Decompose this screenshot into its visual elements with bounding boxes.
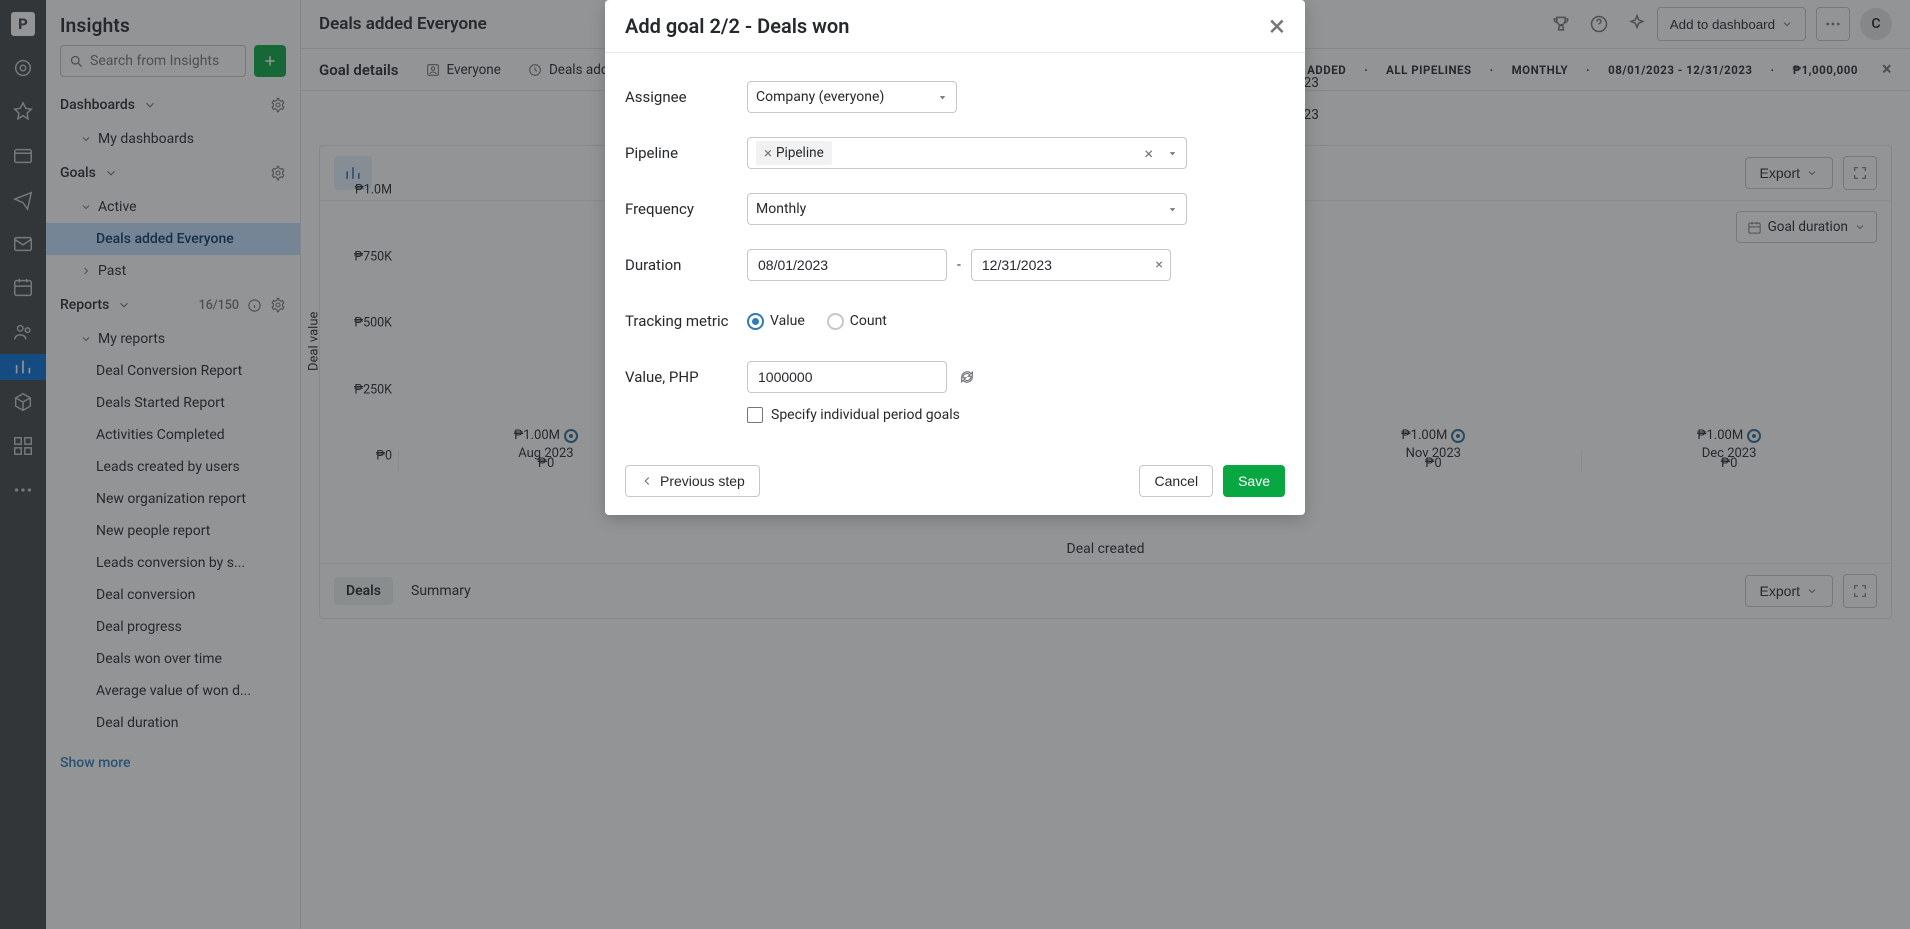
specify-periods-label: Specify individual period goals: [771, 407, 960, 423]
value-input[interactable]: [747, 361, 947, 393]
modal-title: Add goal 2/2 - Deals won: [625, 14, 849, 38]
tracking-label: Tracking metric: [625, 312, 735, 330]
previous-step-button[interactable]: Previous step: [625, 465, 760, 497]
pipeline-label: Pipeline: [625, 144, 735, 162]
frequency-select[interactable]: Monthly: [747, 193, 1187, 225]
modal-overlay: Add goal 2/2 - Deals won × Assignee Comp…: [0, 0, 1910, 929]
duration-start-input[interactable]: [747, 249, 947, 281]
dash-separator: -: [957, 257, 961, 273]
cancel-button[interactable]: Cancel: [1139, 465, 1213, 497]
specify-periods-checkbox[interactable]: [747, 407, 763, 423]
frequency-label: Frequency: [625, 200, 735, 218]
add-goal-modal: Add goal 2/2 - Deals won × Assignee Comp…: [605, 0, 1305, 515]
duration-label: Duration: [625, 256, 735, 274]
chip-remove-icon[interactable]: ×: [764, 144, 772, 162]
value-label: Value, PHP: [625, 368, 735, 386]
radio-unchecked-icon: [827, 313, 844, 330]
clear-pipeline-icon[interactable]: ×: [1144, 144, 1159, 163]
refresh-icon[interactable]: [959, 369, 975, 385]
tracking-count-radio[interactable]: Count: [827, 313, 887, 330]
pipeline-select[interactable]: × Pipeline ×: [747, 137, 1187, 169]
tracking-value-radio[interactable]: Value: [747, 313, 805, 330]
clear-end-date-icon[interactable]: ×: [1155, 257, 1162, 273]
caret-down-icon: [937, 92, 948, 103]
assignee-label: Assignee: [625, 88, 735, 106]
assignee-select[interactable]: Company (everyone): [747, 81, 957, 113]
radio-checked-icon: [747, 313, 764, 330]
pipeline-chip[interactable]: × Pipeline: [756, 141, 832, 165]
modal-close-button[interactable]: ×: [1269, 19, 1285, 34]
caret-down-icon: [1167, 148, 1178, 159]
duration-end-input[interactable]: [971, 249, 1171, 281]
save-button[interactable]: Save: [1223, 465, 1285, 497]
caret-down-icon: [1167, 204, 1178, 215]
